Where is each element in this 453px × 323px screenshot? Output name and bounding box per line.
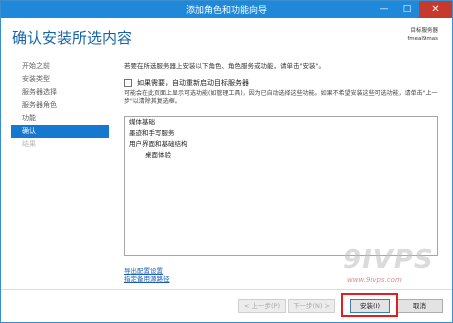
- wizard-nav: 开始之前 安装类型 服务器选择 服务器角色 功能 确认 结果: [11, 60, 109, 151]
- install-description: 若要在所选服务器上安装以下角色、角色服务或功能，请单击"安装"。: [124, 62, 325, 70]
- features-list[interactable]: 媒体基础 墨迹和手写服务 用户界面和基础结构 桌面体验: [124, 116, 438, 256]
- alternate-source-link[interactable]: 指定备用源路径: [124, 275, 170, 283]
- nav-item-server-selection[interactable]: 服务器选择: [11, 86, 109, 99]
- content-area: 若要在所选服务器上安装以下角色、角色服务或功能，请单击"安装"。 如果需要，自动…: [124, 60, 440, 256]
- nav-item-confirmation[interactable]: 确认: [11, 125, 109, 138]
- target-server-name: fmeal9mas: [407, 36, 438, 42]
- maximize-button[interactable]: □: [396, 1, 418, 18]
- nav-item-features[interactable]: 功能: [11, 112, 109, 125]
- footer-divider: [1, 289, 452, 290]
- target-server-info: 目标服务器 fmeal9mas: [407, 27, 438, 43]
- close-icon: ✕: [431, 4, 440, 15]
- target-server-label: 目标服务器: [410, 28, 438, 34]
- nav-item-server-roles[interactable]: 服务器角色: [11, 99, 109, 112]
- wizard-window: 添加角色和功能向导 — □ ✕ 确认安装所选内容 目标服务器 fmeal9mas…: [0, 0, 453, 323]
- minimize-button[interactable]: —: [373, 1, 395, 18]
- links-area: 导出配置设置 指定备用源路径: [124, 267, 170, 283]
- install-highlight-box: [341, 293, 398, 317]
- list-item-media-foundation: 媒体基础: [129, 118, 155, 126]
- close-button[interactable]: ✕: [419, 1, 452, 18]
- nav-item-installation-type[interactable]: 安装类型: [11, 73, 109, 86]
- cancel-button[interactable]: 取消: [396, 299, 443, 313]
- page-title: 确认安装所选内容: [12, 29, 133, 47]
- list-item-desktop-experience: 桌面体验: [145, 151, 171, 159]
- restart-checkbox-label[interactable]: 如果需要，自动重新启动目标服务器: [137, 79, 249, 87]
- restart-checkbox[interactable]: [124, 79, 132, 87]
- title-bar[interactable]: 添加角色和功能向导 — □ ✕: [1, 1, 452, 18]
- prev-button[interactable]: < 上一步(P): [238, 299, 286, 313]
- optional-features-note: 可能会在此页面上显示可选功能(如管理工具)，因为已自动选择这些功能。如果不希望安…: [124, 90, 438, 105]
- nav-item-before-you-begin[interactable]: 开始之前: [11, 60, 109, 73]
- nav-item-results: 结果: [22, 140, 36, 148]
- watermark-logo: 9IVPS: [343, 245, 434, 275]
- restart-option[interactable]: 如果需要，自动重新启动目标服务器: [124, 78, 249, 88]
- export-settings-link[interactable]: 导出配置设置: [124, 267, 170, 275]
- watermark-url: www.9ivps.com: [347, 276, 402, 284]
- watermark: 9IVPS www.9ivps.com: [343, 245, 443, 284]
- next-button[interactable]: 下一步(N) >: [288, 299, 335, 313]
- list-item-ui-infrastructure: 用户界面和基础结构: [129, 140, 188, 148]
- list-item-ink-handwriting: 墨迹和手写服务: [129, 129, 175, 137]
